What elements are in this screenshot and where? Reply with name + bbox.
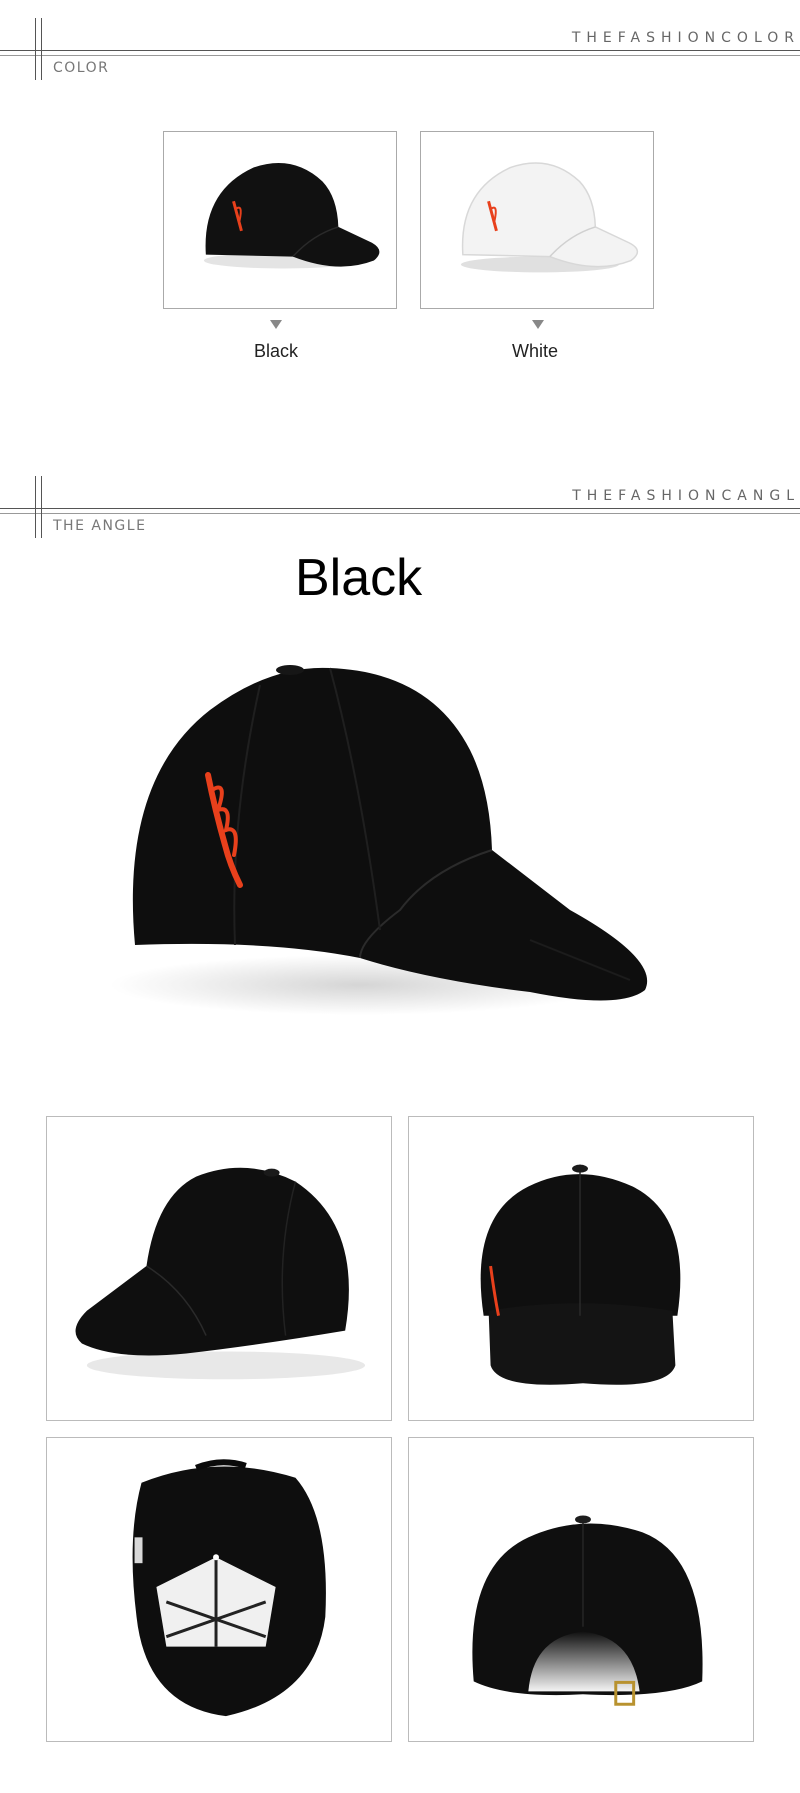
header-tagline: THEFASHIONCOLOR — [571, 30, 800, 46]
header-rule — [0, 508, 800, 509]
swatch-label-white: White — [511, 341, 558, 361]
swatch-label-black: Black — [253, 341, 298, 361]
header-rule — [0, 55, 800, 56]
header-tagline: THEFASHIONCANGL — [572, 488, 800, 504]
color-section-header: THEFASHIONCOLOR COLOR — [0, 18, 800, 80]
swatch-black-thumbnail[interactable] — [163, 131, 397, 309]
header-rule — [0, 513, 800, 514]
section-label-color: COLOR — [53, 60, 110, 76]
swatch-white-thumbnail[interactable] — [420, 131, 654, 309]
angle-section-header: THEFASHIONCANGL THE ANGLE — [0, 476, 800, 538]
header-bar — [41, 476, 42, 538]
side-front-view-image — [46, 1116, 392, 1421]
header-bar — [35, 18, 36, 80]
header-bar — [41, 18, 42, 80]
header-bar — [35, 476, 36, 538]
underside-view-image — [46, 1437, 392, 1742]
hero-cap-image — [100, 640, 700, 1080]
header-rule — [0, 50, 800, 51]
front-view-image — [408, 1116, 754, 1421]
triangle-down-icon — [270, 320, 282, 329]
back-view-image — [408, 1437, 754, 1742]
section-label-angle: THE ANGLE — [53, 518, 147, 534]
color-title: Black — [295, 549, 423, 607]
triangle-down-icon — [532, 320, 544, 329]
